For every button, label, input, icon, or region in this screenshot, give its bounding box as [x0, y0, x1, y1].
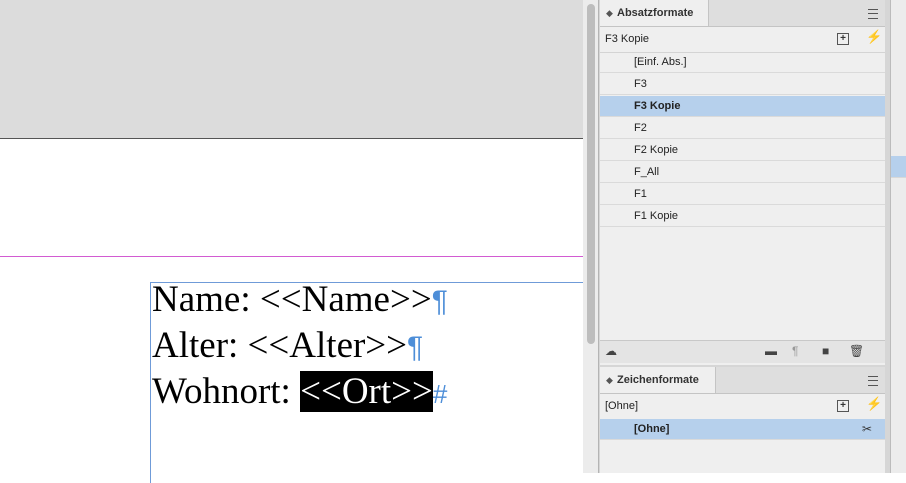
style-name: F2 [634, 122, 647, 134]
paragraph-styles-panel: ◆ Absatzformate F3 Kopie + ⚡ [Einf. Abs.… [600, 0, 885, 365]
new-style-from-selection-icon[interactable]: + [837, 33, 849, 45]
story-end-icon: # [432, 379, 448, 409]
pasteboard [0, 0, 583, 139]
current-style-row: F3 Kopie + ⚡ [600, 27, 885, 53]
new-style-icon[interactable]: ■ [822, 345, 829, 357]
style-list-item[interactable]: F3 Kopie [600, 96, 885, 117]
style-name: F1 Kopie [634, 210, 679, 222]
pilcrow-icon: ¶ [407, 331, 424, 364]
style-name: F1 [634, 188, 647, 200]
current-style-name: F3 Kopie [605, 33, 650, 45]
tab-character-styles[interactable]: ◆ Zeichenformate [600, 367, 716, 393]
collapse-arrows-icon[interactable]: ◆ [606, 0, 613, 27]
panel-header: ◆ Zeichenformate [600, 367, 885, 394]
style-name: [Einf. Abs.] [634, 56, 687, 68]
tab-label: Zeichenformate [617, 374, 699, 386]
text-line-wohnort[interactable]: Wohnort: <<Ort>># [152, 370, 447, 416]
scrollbar-thumb[interactable] [587, 4, 595, 344]
current-style-name: [Ohne] [605, 400, 639, 412]
style-list-item[interactable]: [Einf. Abs.] [600, 52, 885, 73]
style-name: F3 Kopie [634, 100, 681, 112]
tab-label: Absatzformate [617, 7, 694, 19]
panel-header: ◆ Absatzformate [600, 0, 885, 27]
text-line-name[interactable]: Name: <<Name>>¶ [152, 278, 448, 324]
folder-icon[interactable]: ▬ [765, 345, 777, 357]
style-name: F2 Kopie [634, 144, 679, 156]
style-list-item[interactable]: F1 Kopie [600, 206, 885, 227]
current-style-row: [Ohne] + ⚡ [600, 394, 885, 420]
collapse-arrows-icon[interactable]: ◆ [606, 367, 613, 394]
selected-text[interactable]: <<Ort>> [300, 371, 433, 412]
style-list-item[interactable]: F1 [600, 184, 885, 205]
adjacent-panel-strip [890, 0, 906, 473]
quick-apply-icon[interactable]: ⚡ [866, 29, 882, 45]
panel-menu-icon[interactable] [868, 9, 878, 19]
line-text: Wohnort: [152, 371, 301, 412]
edit-style-icon[interactable]: ✂ [862, 419, 872, 440]
panel-menu-icon[interactable] [868, 376, 878, 386]
style-list-item[interactable]: F2 [600, 118, 885, 139]
line-text: Name: <<Name>> [152, 279, 432, 320]
style-name: F_All [634, 166, 660, 178]
panel-footer: ☁ ▬ ¶ ■ 🗑 [600, 340, 885, 363]
style-list-item[interactable]: F2 Kopie [600, 140, 885, 161]
character-styles-panel: ◆ Zeichenformate [Ohne] + ⚡ [Ohne] ✂ [600, 367, 885, 473]
quick-apply-icon[interactable]: ⚡ [866, 396, 882, 412]
style-name: [Ohne] [634, 423, 670, 435]
trash-icon[interactable]: 🗑 [849, 345, 864, 357]
style-list-item[interactable]: F3 [600, 74, 885, 95]
adjacent-panel-selected-row [891, 156, 906, 178]
line-text: Alter: <<Alter>> [152, 325, 408, 366]
style-list-item[interactable]: [Ohne] ✂ [600, 419, 885, 440]
tab-paragraph-styles[interactable]: ◆ Absatzformate [600, 0, 709, 26]
margin-guide [0, 256, 583, 257]
text-line-alter[interactable]: Alter: <<Alter>>¶ [152, 324, 423, 370]
style-name: F3 [634, 78, 647, 90]
pilcrow-icon: ¶ [431, 285, 448, 318]
clear-overrides-icon[interactable]: ¶ [792, 345, 798, 357]
new-style-from-selection-icon[interactable]: + [837, 400, 849, 412]
cloud-library-icon[interactable]: ☁ [605, 345, 617, 357]
style-list-item[interactable]: F_All [600, 162, 885, 183]
